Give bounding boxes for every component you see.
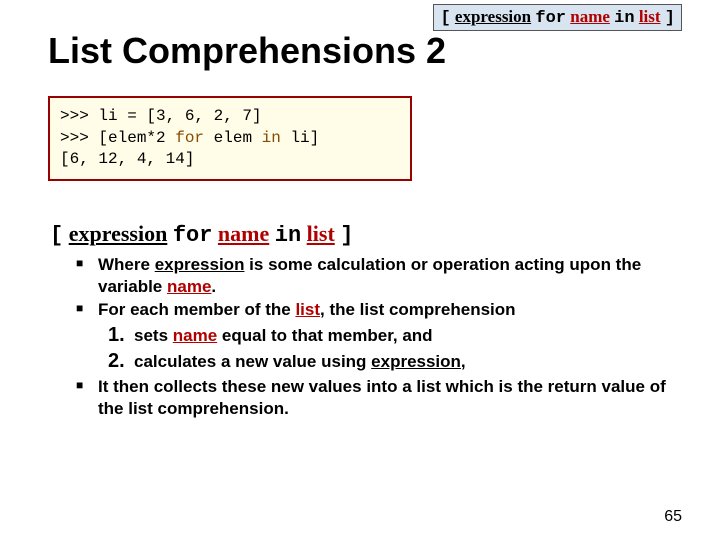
syntax-header-box: [ expression for name in list ]	[433, 4, 682, 31]
bullet-2: For each member of the list, the list co…	[76, 299, 672, 374]
expression-word: expression	[455, 7, 531, 26]
numbered-list: 1.sets name equal to that member, and 2.…	[108, 323, 672, 374]
name-word: name	[570, 7, 610, 26]
bullet-3: It then collects these new values into a…	[76, 376, 672, 420]
code-line-1: >>> li = [3, 6, 2, 7]	[60, 106, 400, 128]
bracket-open-2: [	[50, 223, 63, 248]
page-number: 65	[664, 508, 682, 526]
for-keyword: for	[535, 9, 566, 28]
in-keyword-2: in	[275, 223, 301, 248]
page-title: List Comprehensions 2	[48, 30, 672, 72]
code-example-box: >>> li = [3, 6, 2, 7] >>> [elem*2 for el…	[48, 96, 412, 181]
syntax-pattern: [ expression for name in list ]	[50, 221, 672, 248]
code-line-3: [6, 12, 4, 14]	[60, 149, 400, 171]
numbered-item-2: 2.calculates a new value using expressio…	[108, 349, 672, 375]
bullet-list: Where expression is some calculation or …	[76, 254, 672, 420]
list-word: list	[639, 7, 661, 26]
expression-word-2: expression	[69, 221, 168, 246]
name-word-2: name	[218, 221, 269, 246]
bracket-close-2: ]	[340, 223, 353, 248]
for-keyword-2: for	[173, 223, 213, 248]
bullet-1: Where expression is some calculation or …	[76, 254, 672, 298]
numbered-item-1: 1.sets name equal to that member, and	[108, 323, 672, 349]
list-word-2: list	[307, 221, 335, 246]
code-line-2: >>> [elem*2 for elem in li]	[60, 128, 400, 150]
bracket-close: ]	[665, 9, 675, 28]
in-keyword: in	[614, 9, 634, 28]
bracket-open: [	[440, 9, 450, 28]
